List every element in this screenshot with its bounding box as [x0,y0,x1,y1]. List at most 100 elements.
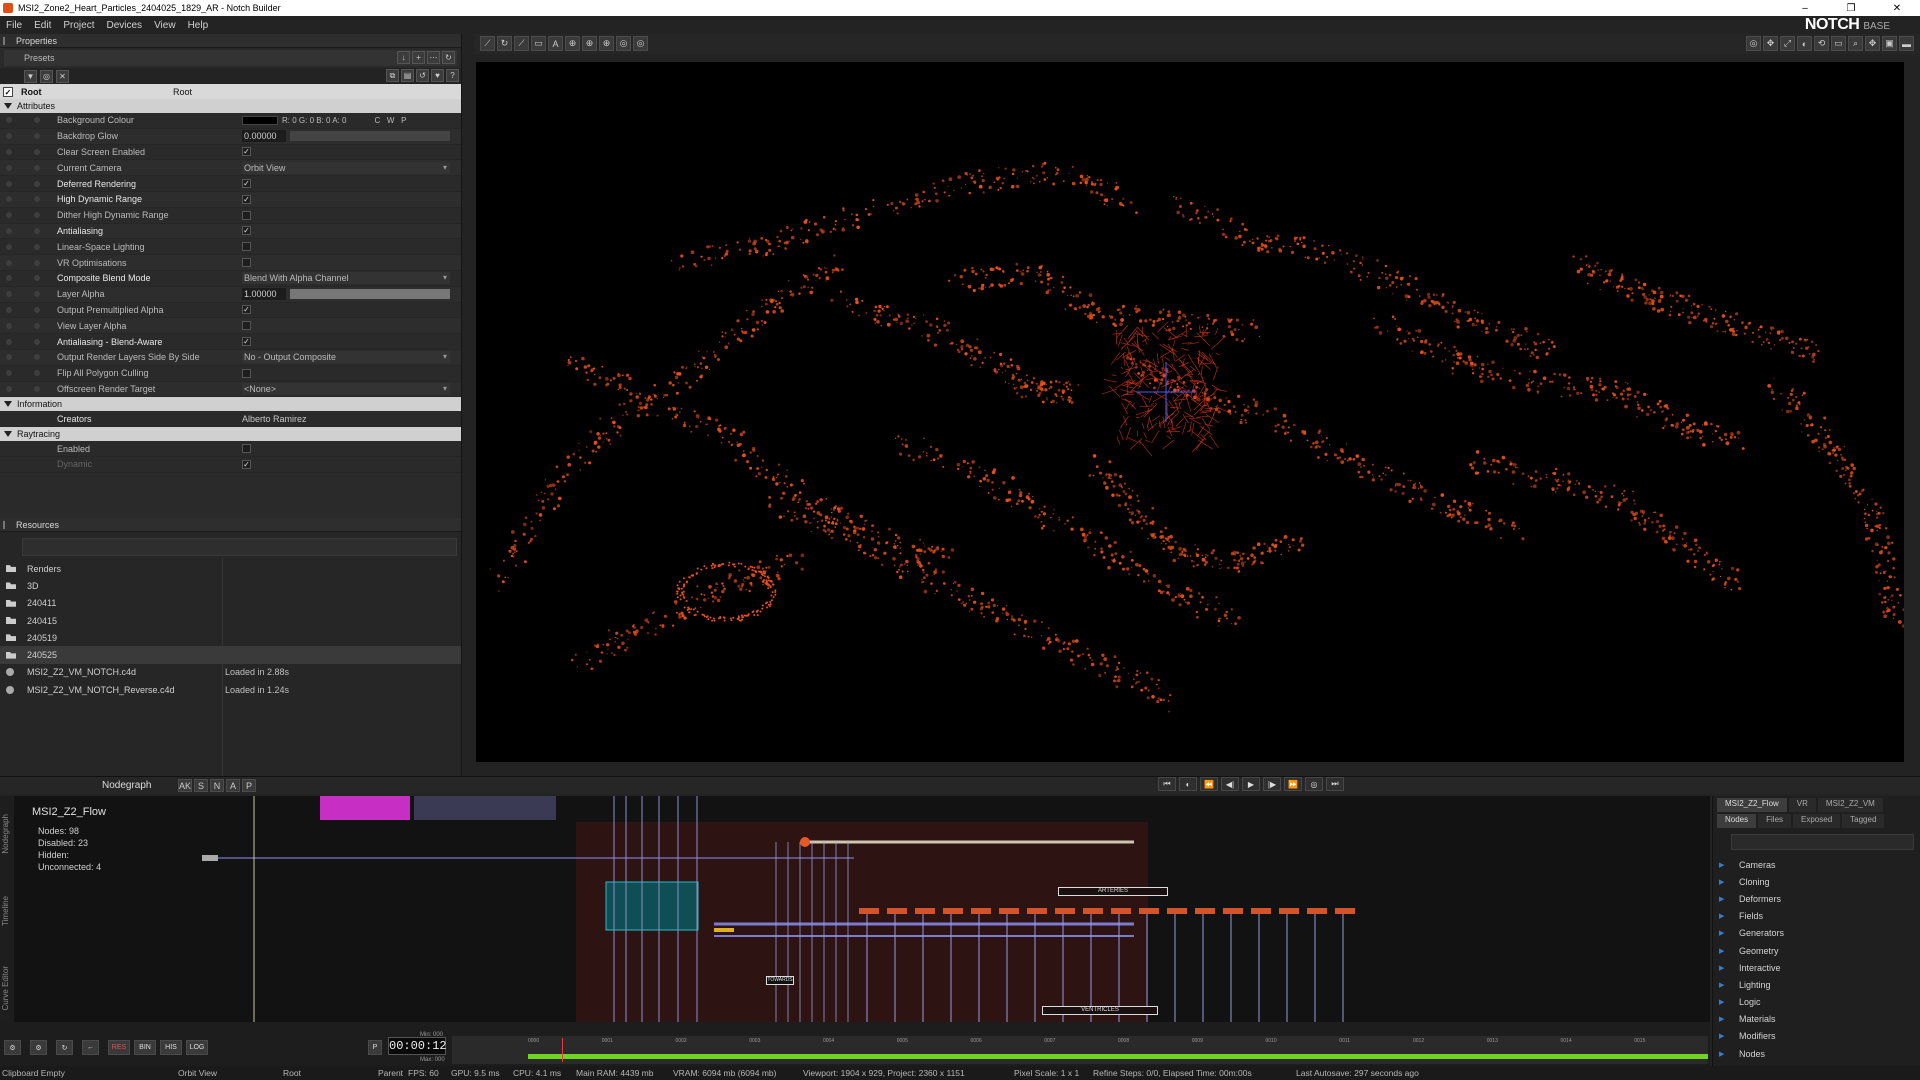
root-row[interactable]: ✓ Root Root [0,84,461,99]
checkbox[interactable] [242,368,251,378]
node-category[interactable]: ▶ Interactive [1713,959,1920,976]
resource-item[interactable]: 240411 [0,595,461,612]
help-icon[interactable]: ? [446,69,459,82]
checkbox[interactable] [242,444,251,454]
resource-item[interactable]: 240415 [0,612,461,629]
value-slider[interactable] [290,289,450,300]
prop-value[interactable]: ✓ [242,225,450,237]
pin-icon[interactable]: P [368,1040,382,1055]
expand-icon[interactable]: ▶ [1719,929,1724,937]
close-icon[interactable]: ✕ [1874,0,1920,16]
clear-icon[interactable]: ✕ [56,69,69,83]
prop-value[interactable]: R: 0 G: 0 B: 0 A: 0 C W P [242,114,450,126]
rewind-icon[interactable]: ⏪ [1200,777,1218,791]
checkbox[interactable]: ✓ [242,147,251,157]
his-button[interactable]: HIS [160,1040,182,1055]
checkbox[interactable]: ✓ [242,194,251,204]
side-tab-nodegraph[interactable]: Nodegraph [1,814,10,854]
node-category[interactable]: ▶ Modifiers [1713,1028,1920,1045]
viewport-view-icon[interactable]: ✥ [1865,36,1880,51]
viewport-tool-icon[interactable]: ⟋ [480,36,495,51]
checkbox[interactable] [242,321,251,331]
res-button[interactable]: RES [108,1040,130,1055]
render-viewport[interactable] [476,62,1904,762]
checkbox[interactable]: ✓ [242,459,251,469]
resource-item[interactable]: 3D [0,577,461,594]
expand-icon[interactable]: ▶ [1719,998,1724,1006]
undo-icon[interactable]: ↺ [416,69,429,82]
viewport-view-icon[interactable]: ⌕ [1848,36,1863,51]
settings-icon[interactable]: ⚙ [4,1040,21,1055]
resource-item[interactable]: 240519 [0,629,461,646]
refresh-icon[interactable]: ↻ [442,51,455,64]
lib-tab-flow[interactable]: MSI2_Z2_Flow [1717,798,1787,812]
reload-icon[interactable]: ↻ [56,1040,73,1055]
prop-value[interactable]: 0.00000 [242,130,450,143]
subtab-files[interactable]: Files [1758,814,1792,828]
menu-help[interactable]: Help [182,20,215,31]
checkbox[interactable] [242,242,251,252]
expand-icon[interactable]: ▶ [1719,912,1724,920]
viewport-tool-icon[interactable]: ⊕ [582,36,597,51]
nodegraph-tool-a[interactable]: A [226,779,240,792]
back-icon[interactable]: ← [82,1040,99,1055]
node-category[interactable]: ▶ Generators [1713,925,1920,942]
gear-alt-icon[interactable]: ⚙ [30,1040,47,1055]
checkbox[interactable]: ✓ [242,226,251,236]
viewport-tool-icon[interactable]: ◎ [616,36,631,51]
go-end-icon[interactable]: ⏭ [1326,777,1344,791]
viewport-view-icon[interactable]: ⤢ [1780,36,1795,51]
resource-item[interactable]: MSI2_Z2_VM_NOTCH_Reverse.c4d Loaded in 1.… [0,681,461,698]
paste-icon[interactable]: ▤ [401,69,414,82]
prop-value[interactable]: ✓ [242,458,450,470]
expand-icon[interactable]: ▶ [1719,878,1724,886]
lib-tab-vm[interactable]: MSI2_Z2_VM [1817,798,1883,812]
prop-value[interactable] [242,209,450,221]
number-field[interactable]: 0.00000 [242,130,286,143]
menu-file[interactable]: File [0,20,28,31]
viewport-tool-icon[interactable]: ◎ [633,36,648,51]
node-category[interactable]: ▶ Deformers [1713,890,1920,907]
prop-value[interactable]: <None> [242,382,450,395]
node-category[interactable]: ▶ Logic [1713,994,1920,1011]
minimize-icon[interactable]: – [1782,0,1828,16]
target-icon[interactable]: ◎ [40,69,53,83]
viewport-view-icon[interactable]: ▬ [1899,36,1914,51]
resource-item[interactable]: Renders [0,560,461,577]
group-box-ventricles[interactable]: VENTRICLES [1042,1006,1158,1015]
copy-icon[interactable]: ⧉ [386,69,399,82]
expand-icon[interactable]: ▶ [1719,895,1724,903]
dropdown[interactable]: <None> [242,382,450,395]
node-towards[interactable]: TOWARDS [766,976,794,985]
timeline-scrubber[interactable]: 0000 0001 0002 0003 0004 0005 0006 0007 0008 0009… [452,1036,1708,1064]
section-attributes[interactable]: Attributes [0,99,461,113]
side-tab-curve-editor[interactable]: Curve Editor [1,966,10,1010]
prop-value[interactable]: ✓ [242,336,450,348]
viewport-tool-icon[interactable]: ⟋ [514,36,529,51]
value-slider[interactable] [290,131,450,142]
viewport-view-icon[interactable]: ▣ [1882,36,1897,51]
prop-value[interactable]: ✓ [242,193,450,205]
menu-edit[interactable]: Edit [28,20,57,31]
prop-value[interactable]: Blend With Alpha Channel [242,272,450,285]
presets-bar[interactable]: Presets ↓ + ⋯ ↻ [4,50,457,66]
timecode-display[interactable]: 00:00:12 [388,1037,447,1055]
viewport-tool-icon[interactable]: A [548,36,563,51]
play-icon[interactable]: ▶ [1242,777,1260,791]
menu-project[interactable]: Project [57,20,100,31]
subtab-tagged[interactable]: Tagged [1842,814,1885,828]
color-modes[interactable]: C W P [374,116,406,125]
prop-value[interactable]: ✓ [242,146,450,158]
node-category[interactable]: ▶ Fields [1713,908,1920,925]
prop-value[interactable]: Orbit View [242,161,450,174]
expand-icon[interactable]: ▶ [1719,1050,1724,1058]
menu-view[interactable]: View [148,20,182,31]
prop-value[interactable] [242,241,450,253]
node-category[interactable]: ▶ Cloning [1713,873,1920,890]
lib-tab-vr[interactable]: VR [1788,798,1816,812]
expand-icon[interactable]: ▶ [1719,981,1724,989]
prop-value[interactable] [242,320,450,332]
expand-icon[interactable]: ▶ [1719,964,1724,972]
section-raytracing[interactable]: Raytracing [0,427,461,442]
menu-devices[interactable]: Devices [100,20,148,31]
